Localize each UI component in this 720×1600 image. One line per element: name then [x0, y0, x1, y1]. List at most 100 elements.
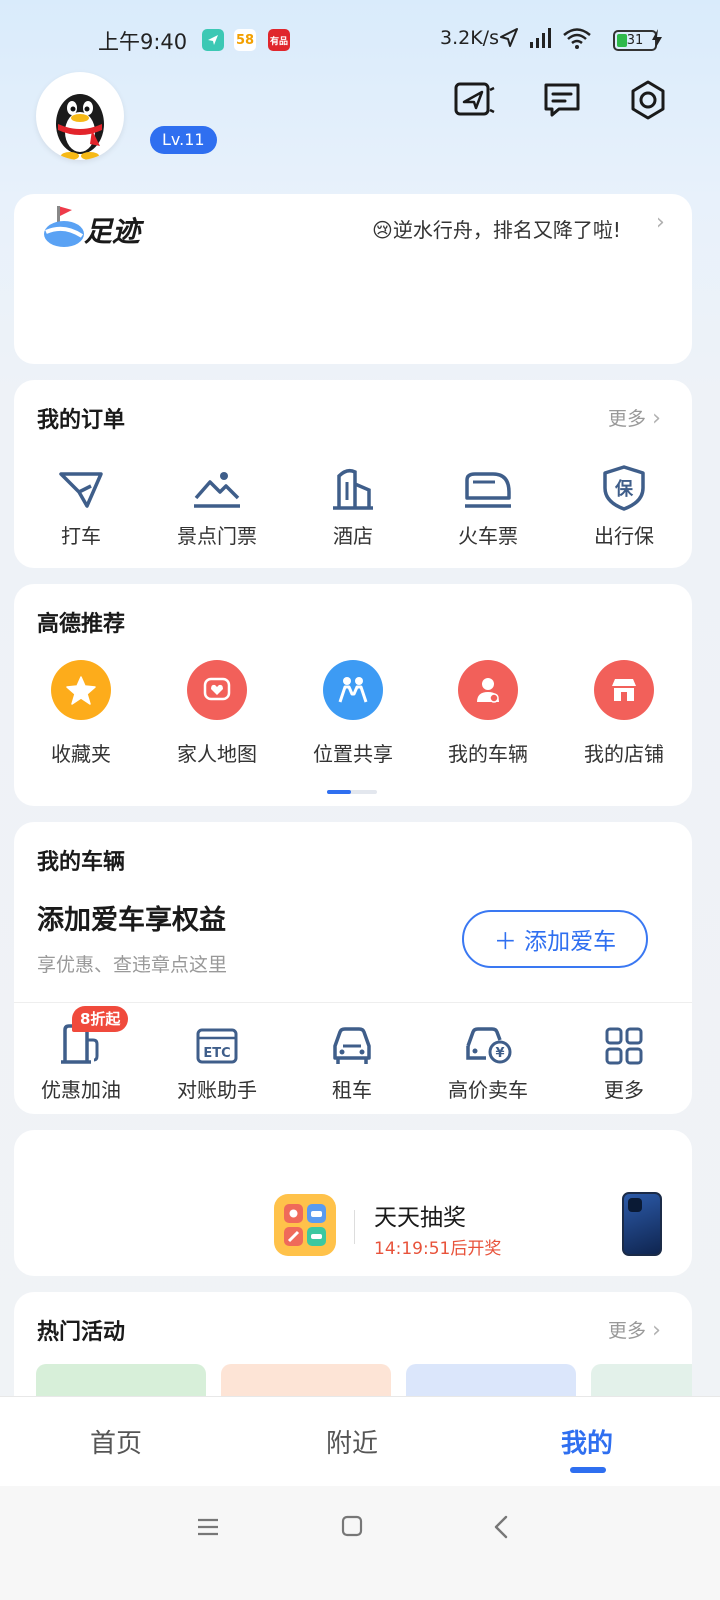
phone-prize-image	[622, 1192, 662, 1256]
app-58-icon: 58	[234, 29, 256, 51]
service-item-car-rental[interactable]: 租车	[292, 1016, 412, 1103]
messages-button[interactable]	[540, 78, 584, 122]
gear-icon	[631, 80, 665, 120]
order-item-taxi[interactable]: 打车	[21, 456, 141, 549]
sell-car-icon: ¥	[466, 1027, 512, 1064]
hotel-icon	[333, 468, 373, 510]
order-item-label: 景点门票	[177, 524, 257, 548]
recommend-card: 高德推荐 收藏夹 家人地图 位置共享 我的车辆 我的店铺	[14, 584, 692, 806]
driver-icon	[477, 678, 499, 703]
taxi-icon	[59, 472, 103, 508]
location-arrow-icon	[500, 28, 518, 47]
footprint-logo-icon	[44, 206, 84, 247]
app-notification-icon	[202, 29, 224, 51]
order-item-insurance[interactable]: 保 出行保	[564, 456, 684, 549]
people-share-icon	[338, 677, 368, 703]
etc-icon: ETC	[196, 1028, 238, 1064]
service-item-label: 优惠加油	[41, 1078, 121, 1102]
service-item-etc[interactable]: ETC 对账助手	[157, 1016, 277, 1103]
system-nav-bar	[0, 1486, 720, 1600]
level-badge: Lv.11	[150, 126, 217, 154]
recommend-item-label: 家人地图	[177, 742, 257, 766]
star-icon	[66, 676, 96, 705]
order-item-scenic-ticket[interactable]: 景点门票	[157, 456, 277, 549]
lottery-grid-icon	[284, 1204, 326, 1246]
orders-card: 我的订单 更多 › 打车 景点门票 酒店 火车票 保 出行保	[14, 380, 692, 568]
lottery-icon	[274, 1194, 336, 1256]
order-item-hotel[interactable]: 酒店	[293, 456, 413, 549]
recommend-item-label: 我的店铺	[584, 742, 664, 766]
active-tab-indicator	[570, 1467, 606, 1473]
status-bar: 上午9:40 58 有品 3.2K/s 31	[0, 0, 720, 80]
lottery-card[interactable]: 天天抽奖 14:19:51后开奖	[14, 1130, 692, 1276]
wifi-icon	[563, 28, 591, 49]
lottery-title: 天天抽奖	[374, 1205, 466, 1231]
penguin-avatar-icon	[56, 94, 104, 160]
charging-icon	[652, 29, 662, 49]
lottery-countdown: 14:19:51后开奖	[374, 1239, 502, 1259]
etc-label: ETC	[203, 1046, 230, 1061]
recommend-item-family-map[interactable]: 家人地图	[157, 660, 277, 767]
events-more-chevron-icon: ›	[652, 1318, 661, 1343]
vehicle-title: 我的车辆	[37, 850, 126, 875]
tab-nearby[interactable]: 附近	[326, 1423, 378, 1460]
orders-more-chevron-icon: ›	[652, 406, 661, 431]
recommend-item-label: 位置共享	[313, 742, 393, 766]
service-item-sell-car[interactable]: ¥ 高价卖车	[428, 1016, 548, 1103]
recommend-item-label: 收藏夹	[51, 742, 111, 766]
footprint-chevron-icon: ›	[656, 210, 665, 235]
car-rental-icon	[333, 1027, 371, 1064]
events-more-label: 更多	[608, 1320, 647, 1342]
order-item-label: 火车票	[458, 524, 518, 548]
discount-badge: 8折起	[72, 1006, 129, 1032]
recommend-title: 高德推荐	[37, 612, 126, 637]
family-heart-icon	[203, 677, 231, 701]
events-more-link[interactable]: 更多 ›	[608, 1316, 661, 1343]
share-card-button[interactable]	[452, 78, 496, 122]
app-youpin-icon: 有品	[268, 29, 290, 51]
footprint-rank-text: 😢逆水行舟，排名又降了啦!	[372, 218, 621, 242]
svg-text:¥: ¥	[495, 1046, 504, 1061]
tab-mine[interactable]: 我的	[561, 1423, 613, 1460]
svg-text:保: 保	[614, 478, 634, 500]
train-icon	[465, 472, 511, 508]
order-item-label: 出行保	[594, 524, 654, 548]
add-car-button[interactable]: ＋ 添加爱车	[462, 910, 648, 968]
vehicle-subtext: 享优惠、查违章点这里	[37, 954, 228, 976]
orders-more-link[interactable]: 更多 ›	[608, 404, 661, 431]
grid-more-icon	[605, 1027, 643, 1065]
status-time: 上午9:40	[98, 30, 188, 54]
home-icon[interactable]	[340, 1514, 364, 1538]
order-item-label: 酒店	[333, 524, 373, 548]
service-item-more[interactable]: 更多	[564, 1016, 684, 1103]
scenic-ticket-icon	[194, 472, 240, 508]
shop-icon	[612, 679, 636, 701]
menu-icon[interactable]	[196, 1516, 220, 1538]
page-indicator-active	[327, 790, 351, 794]
service-item-label: 租车	[332, 1078, 372, 1102]
message-icon	[544, 83, 580, 117]
recommend-item-favorites[interactable]: 收藏夹	[21, 660, 141, 767]
service-item-label: 高价卖车	[448, 1078, 528, 1102]
network-speed: 3.2K/s	[440, 27, 499, 49]
recommend-item-my-shop[interactable]: 我的店铺	[564, 660, 684, 767]
camera-module	[628, 1198, 642, 1212]
paper-plane-icon	[454, 82, 495, 116]
settings-button[interactable]	[626, 78, 670, 122]
recommend-item-my-vehicle[interactable]: 我的车辆	[428, 660, 548, 767]
signal-icon	[530, 28, 551, 48]
footprint-card[interactable]: 足迹 😢逆水行舟，排名又降了啦! ›	[14, 194, 692, 364]
bottom-tab-bar: 首页 附近 我的	[0, 1396, 720, 1486]
avatar[interactable]	[36, 72, 124, 160]
orders-title: 我的订单	[37, 408, 126, 433]
insurance-shield-icon: 保	[603, 465, 645, 511]
order-item-label: 打车	[61, 524, 101, 548]
divider	[14, 1002, 692, 1003]
back-icon[interactable]	[492, 1514, 510, 1540]
order-item-train[interactable]: 火车票	[428, 456, 548, 549]
battery-level: 31	[626, 33, 644, 48]
recommend-item-location-share[interactable]: 位置共享	[293, 660, 413, 767]
recommend-item-label: 我的车辆	[448, 742, 528, 766]
service-item-label: 对账助手	[177, 1078, 257, 1102]
tab-home[interactable]: 首页	[90, 1423, 142, 1460]
